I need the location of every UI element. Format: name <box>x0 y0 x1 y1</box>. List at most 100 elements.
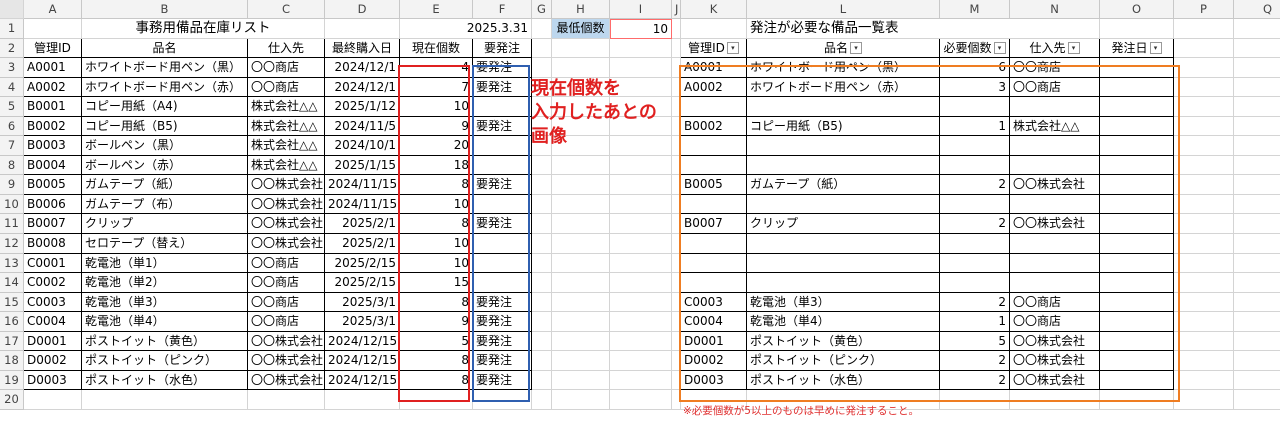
order-list-cell[interactable] <box>1100 351 1174 371</box>
inventory-cell[interactable]: 2024/11/15 <box>325 194 400 215</box>
inventory-cell[interactable]: 要発注 <box>473 351 532 371</box>
order-list-cell[interactable]: 〇〇商店 <box>1010 292 1100 313</box>
cell-H9[interactable] <box>552 175 610 195</box>
order-list-cell[interactable]: B0005 <box>681 175 747 195</box>
inventory-header-0[interactable]: 管理ID <box>24 38 82 59</box>
inventory-cell[interactable]: 8 <box>400 214 473 235</box>
column-header-B[interactable]: B <box>82 0 248 19</box>
order-list-cell[interactable]: ホワイトボード用ペン（赤） <box>747 77 940 98</box>
order-list-cell[interactable] <box>747 194 940 215</box>
cell-G20[interactable] <box>532 390 552 410</box>
inventory-cell[interactable]: 〇〇株式会社 <box>248 214 325 235</box>
order-list-cell[interactable] <box>747 234 940 254</box>
inventory-cell[interactable]: 2025/3/1 <box>325 292 400 313</box>
inventory-cell[interactable]: 10 <box>400 253 473 274</box>
cell-I14[interactable] <box>610 273 672 293</box>
column-header-G[interactable]: G <box>532 0 552 19</box>
inventory-cell[interactable] <box>473 97 532 117</box>
inventory-cell[interactable] <box>473 155 532 176</box>
inventory-header-5[interactable]: 要発注 <box>473 38 532 59</box>
column-header-Q[interactable]: Q <box>1234 0 1280 19</box>
cell-G19[interactable] <box>532 370 552 391</box>
order-list-cell[interactable] <box>1100 331 1174 352</box>
cell-I8[interactable] <box>610 155 672 176</box>
cell-P18[interactable] <box>1174 351 1234 371</box>
inventory-cell[interactable]: A0002 <box>24 77 82 98</box>
inventory-cell[interactable]: 〇〇株式会社 <box>248 331 325 352</box>
order-list-cell[interactable] <box>747 155 940 176</box>
cell-J10[interactable] <box>672 194 681 215</box>
row-header-19[interactable]: 19 <box>0 370 24 391</box>
order-list-cell[interactable]: D0001 <box>681 331 747 352</box>
order-list-cell[interactable] <box>940 234 1010 254</box>
inventory-cell[interactable]: コピー用紙（A4) <box>82 97 248 117</box>
inventory-cell[interactable]: 8 <box>400 351 473 371</box>
cell-H2[interactable] <box>552 38 610 59</box>
cell-G16[interactable] <box>532 312 552 332</box>
inventory-cell[interactable]: B0001 <box>24 97 82 117</box>
cell-Q12[interactable] <box>1234 234 1280 254</box>
row-header-7[interactable]: 7 <box>0 136 24 156</box>
cell-I18[interactable] <box>610 351 672 371</box>
order-list-cell[interactable]: 〇〇株式会社 <box>1010 351 1100 371</box>
inventory-cell[interactable] <box>473 136 532 156</box>
cell-Q6[interactable] <box>1234 117 1280 137</box>
cell-Q16[interactable] <box>1234 312 1280 332</box>
row-header-12[interactable]: 12 <box>0 234 24 254</box>
inventory-cell[interactable] <box>473 234 532 254</box>
inventory-cell[interactable]: 〇〇株式会社 <box>248 351 325 371</box>
inventory-cell[interactable]: 乾電池（単2） <box>82 273 248 293</box>
inventory-cell[interactable]: 2025/2/15 <box>325 253 400 274</box>
row-header-15[interactable]: 15 <box>0 292 24 313</box>
inventory-cell[interactable]: ボールペン（黒） <box>82 136 248 156</box>
row-header-17[interactable]: 17 <box>0 331 24 352</box>
cell-O1[interactable] <box>1100 19 1174 39</box>
cell-G3[interactable] <box>532 58 552 78</box>
cell-Q3[interactable] <box>1234 58 1280 78</box>
cell-M20[interactable] <box>940 390 1010 410</box>
cell-P8[interactable] <box>1174 155 1234 176</box>
inventory-cell[interactable]: 8 <box>400 175 473 195</box>
cell-H19[interactable] <box>552 370 610 391</box>
inventory-cell[interactable]: 要発注 <box>473 292 532 313</box>
inventory-cell[interactable]: 10 <box>400 234 473 254</box>
order-list-cell[interactable]: 2 <box>940 370 1010 391</box>
order-list-cell[interactable]: クリップ <box>747 214 940 235</box>
cell-B20[interactable] <box>82 390 248 410</box>
cell-J12[interactable] <box>672 234 681 254</box>
inventory-cell[interactable]: ホワイトボード用ペン（黒） <box>82 58 248 78</box>
select-all-corner[interactable] <box>0 0 24 19</box>
cell-P13[interactable] <box>1174 253 1234 274</box>
cell-Q7[interactable] <box>1234 136 1280 156</box>
order-list-cell[interactable]: 1 <box>940 116 1010 137</box>
inventory-cell[interactable]: 〇〇株式会社 <box>248 370 325 391</box>
inventory-cell[interactable]: ホワイトボード用ペン（赤） <box>82 77 248 98</box>
cell-J6[interactable] <box>672 116 681 137</box>
cell-G13[interactable] <box>532 253 552 274</box>
inventory-cell[interactable]: 8 <box>400 370 473 391</box>
inventory-cell[interactable]: 2024/12/15 <box>325 370 400 391</box>
cell-A20[interactable] <box>24 390 82 410</box>
cell-P4[interactable] <box>1174 77 1234 98</box>
cell-G15[interactable] <box>532 292 552 313</box>
cell-Q19[interactable] <box>1234 371 1280 391</box>
row-header-13[interactable]: 13 <box>0 253 24 274</box>
inventory-cell[interactable]: B0004 <box>24 155 82 176</box>
order-list-cell[interactable]: D0003 <box>681 370 747 391</box>
cell-I3[interactable] <box>610 58 672 78</box>
cell-I2[interactable] <box>610 38 672 59</box>
cell-Q13[interactable] <box>1234 254 1280 274</box>
cell-P1[interactable] <box>1174 19 1234 39</box>
cell-J20[interactable] <box>672 390 681 410</box>
row-header-3[interactable]: 3 <box>0 58 24 78</box>
inventory-cell[interactable]: ガムテープ（紙） <box>82 175 248 195</box>
cell-P17[interactable] <box>1174 331 1234 352</box>
order-list-cell[interactable] <box>1100 312 1174 332</box>
cell-H14[interactable] <box>552 273 610 293</box>
column-header-D[interactable]: D <box>325 0 400 19</box>
inventory-cell[interactable]: 2025/1/15 <box>325 155 400 176</box>
cell-K1[interactable] <box>681 19 747 39</box>
order-list-cell[interactable]: 〇〇株式会社 <box>1010 214 1100 235</box>
cell-O20[interactable] <box>1100 390 1174 410</box>
inventory-cell[interactable]: 要発注 <box>473 77 532 98</box>
